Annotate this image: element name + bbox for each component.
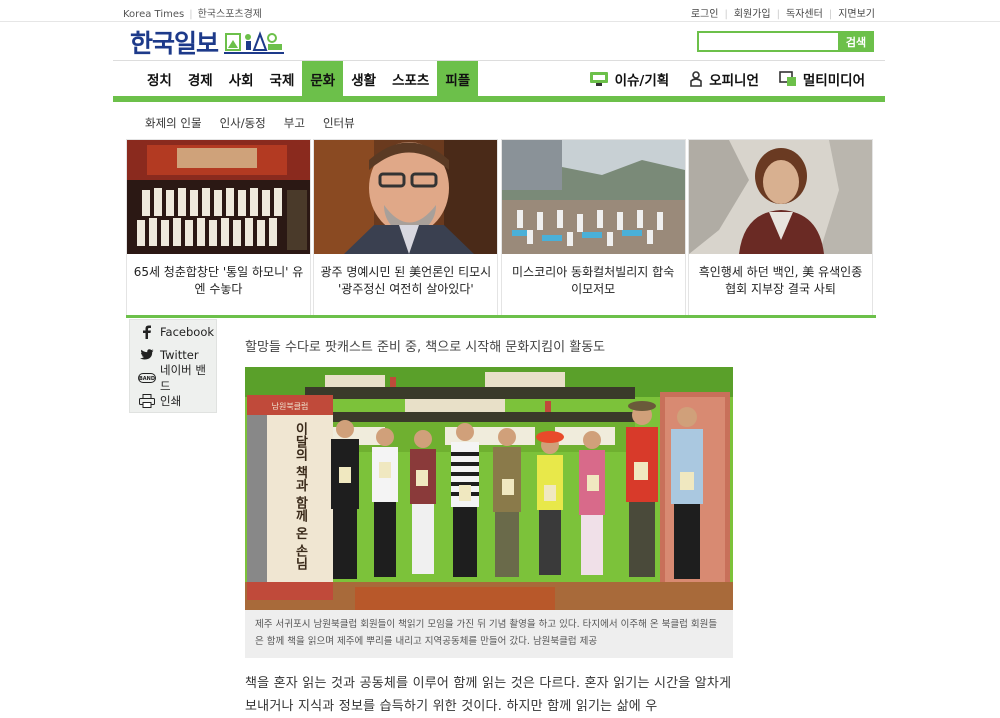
article-body: 책을 혼자 읽는 것과 공동체를 이루어 함께 읽는 것은 다르다. 혼자 읽기… bbox=[245, 676, 732, 714]
search-input[interactable] bbox=[697, 31, 838, 52]
article-photo: 남원북클럽 이달의 책과 함께 온 손님 bbox=[245, 367, 733, 610]
subnav-item-hot-people[interactable]: 화제의 인물 bbox=[145, 115, 202, 131]
nav-opinion[interactable]: 오피니언 bbox=[689, 69, 759, 89]
main-nav: 정치 경제 사회 국제 문화 생활 스포츠 피플 이슈/기획 오피니언 멀티미디… bbox=[113, 60, 885, 102]
share-box: Facebook Twitter BAND 네이버 밴드 인쇄 bbox=[129, 319, 217, 413]
reader-center-link[interactable]: 독자센터 bbox=[786, 9, 823, 20]
person-icon bbox=[690, 71, 703, 87]
logo-text: 한국일보 bbox=[130, 29, 219, 58]
sub-nav: 화제의 인물 인사/동정 부고 인터뷰 bbox=[145, 115, 373, 131]
share-facebook-button[interactable]: Facebook bbox=[130, 320, 216, 343]
band-icon: BAND bbox=[138, 372, 156, 383]
photo-caption: 제주 서귀포시 남원북클럽 회원들이 책읽기 모임을 가진 뒤 기념 촬영을 하… bbox=[245, 610, 733, 658]
svg-text:BAND: BAND bbox=[139, 376, 155, 382]
card-thumbnail bbox=[501, 140, 685, 254]
twitter-icon bbox=[138, 348, 156, 361]
share-band-label: 네이버 밴드 bbox=[160, 362, 206, 393]
utility-bar: Korea Times | 한국스포츠경제 로그인 | 회원가입 | 독자센터 | 지면보기 bbox=[0, 0, 1000, 22]
nav-issue-feature-label: 이슈/기획 bbox=[614, 73, 670, 89]
card-caption[interactable]: 흑인행세 하던 백인, 美 유색인종협회 지부장 결국 사퇴 bbox=[689, 254, 872, 298]
main-nav-sections: 이슈/기획 오피니언 멀티미디어 bbox=[569, 61, 865, 97]
nav-item-life[interactable]: 생활 bbox=[343, 61, 384, 97]
card-thumbnail bbox=[688, 140, 872, 254]
utility-links-left: Korea Times | 한국스포츠경제 bbox=[123, 9, 262, 20]
banner-top-text: 남원북클럽 bbox=[272, 402, 309, 411]
share-band-button[interactable]: BAND 네이버 밴드 bbox=[130, 363, 216, 393]
nav-item-international[interactable]: 국제 bbox=[262, 61, 303, 97]
share-facebook-label: Facebook bbox=[160, 324, 215, 339]
nav-issue-feature[interactable]: 이슈/기획 bbox=[589, 69, 670, 89]
article-subtitle: 할망들 수다로 팟캐스트 준비 중, 책으로 시작해 문화지킴이 활동도 bbox=[245, 340, 606, 355]
print-label: 인쇄 bbox=[160, 393, 182, 408]
subnav-item-interview[interactable]: 인터뷰 bbox=[323, 115, 355, 131]
nav-item-people[interactable]: 피플 bbox=[437, 61, 479, 97]
card-caption[interactable]: 미스코리아 동화컬처빌리지 합숙 이모저모 bbox=[502, 254, 685, 298]
sports-economy-link[interactable]: 한국스포츠경제 bbox=[198, 9, 262, 20]
login-link[interactable]: 로그인 bbox=[691, 9, 719, 20]
featured-card[interactable]: 미스코리아 동화컬처빌리지 합숙 이모저모 bbox=[500, 139, 686, 316]
search-box: 검색 bbox=[697, 31, 874, 52]
site-logo[interactable]: 한국일보 bbox=[130, 26, 285, 58]
nav-multimedia-label: 멀티미디어 bbox=[802, 73, 865, 89]
nav-item-sports[interactable]: 스포츠 bbox=[384, 61, 437, 97]
logo-illustration-icon bbox=[224, 31, 285, 54]
subnav-item-obituary[interactable]: 부고 bbox=[284, 115, 305, 131]
featured-card[interactable]: 65세 청춘합창단 '통일 하모니' 유엔 수놓다 bbox=[126, 139, 311, 316]
featured-cards: 65세 청춘합창단 '통일 하모니' 유엔 수놓다 광주 명예시민 된 美언론인… bbox=[126, 139, 873, 316]
utility-links-right: 로그인 | 회원가입 | 독자센터 | 지면보기 bbox=[690, 9, 875, 20]
nav-item-society[interactable]: 사회 bbox=[221, 61, 262, 97]
signup-link[interactable]: 회원가입 bbox=[734, 9, 771, 20]
share-twitter-label: Twitter bbox=[160, 347, 199, 362]
featured-card[interactable]: 흑인행세 하던 백인, 美 유색인종협회 지부장 결국 사퇴 bbox=[687, 139, 873, 316]
search-button[interactable]: 검색 bbox=[838, 31, 874, 52]
card-thumbnail bbox=[314, 140, 498, 254]
nav-item-culture[interactable]: 문화 bbox=[302, 61, 344, 97]
print-icon bbox=[138, 393, 156, 408]
subnav-item-personnel[interactable]: 인사/동정 bbox=[220, 115, 266, 131]
card-thumbnail bbox=[127, 140, 310, 254]
cards-divider bbox=[126, 315, 876, 318]
card-caption[interactable]: 광주 명예시민 된 美언론인 티모시 '광주정신 여전히 살아있다' bbox=[314, 254, 497, 298]
facebook-icon bbox=[138, 325, 156, 339]
nav-multimedia[interactable]: 멀티미디어 bbox=[779, 69, 865, 89]
korea-times-link[interactable]: Korea Times bbox=[123, 9, 184, 20]
monitor-icon bbox=[589, 72, 608, 86]
nav-opinion-label: 오피니언 bbox=[709, 73, 759, 89]
main-nav-categories: 정치 경제 사회 국제 문화 생활 스포츠 피플 bbox=[139, 61, 479, 97]
nav-item-politics[interactable]: 정치 bbox=[139, 61, 180, 97]
print-edition-link[interactable]: 지면보기 bbox=[838, 9, 875, 20]
nav-item-economy[interactable]: 경제 bbox=[180, 61, 221, 97]
card-caption[interactable]: 65세 청춘합창단 '통일 하모니' 유엔 수놓다 bbox=[127, 254, 310, 298]
featured-card[interactable]: 광주 명예시민 된 美언론인 티모시 '광주정신 여전히 살아있다' bbox=[313, 139, 499, 316]
banner-title-text: 이달의 책과 함께 온 손님 bbox=[293, 421, 308, 571]
media-icon bbox=[779, 71, 796, 86]
